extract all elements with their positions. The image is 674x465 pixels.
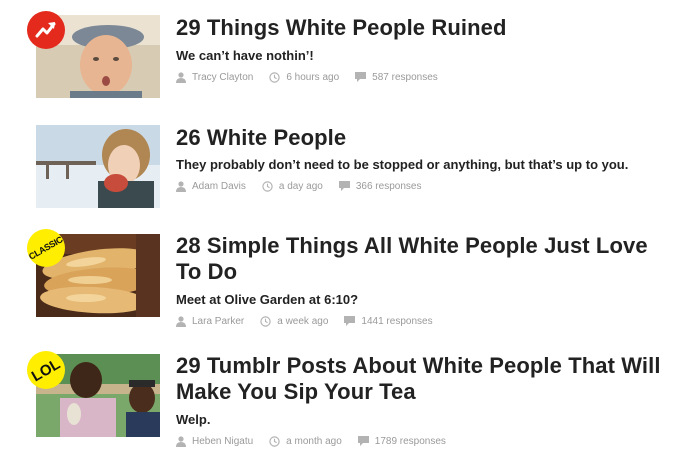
article-subtitle: We can’t have nothin’! xyxy=(176,48,314,63)
clock-icon xyxy=(269,435,280,447)
time-text: a week ago xyxy=(277,315,329,327)
article-meta: Heben Nigatu a month ago 1789 responses xyxy=(176,434,462,448)
clock-icon xyxy=(262,180,273,192)
time-text: a month ago xyxy=(286,435,342,447)
time-text: a day ago xyxy=(278,180,323,192)
author-name: Lara Parker xyxy=(192,315,245,327)
user-icon xyxy=(176,315,186,327)
article-meta: Adam Davis a day ago 366 responses xyxy=(176,179,437,193)
responses-count: 366 responses xyxy=(355,180,422,192)
responses-link[interactable]: 366 responses xyxy=(338,180,422,192)
author-link[interactable]: Adam Davis xyxy=(176,181,246,192)
user-icon xyxy=(176,435,186,447)
trending-arrow-icon xyxy=(35,22,56,38)
timestamp: a day ago xyxy=(262,181,323,192)
responses-link[interactable]: 1441 responses xyxy=(344,315,433,327)
article-subtitle: They probably don’t need to be stopped o… xyxy=(176,157,629,172)
time-text: 6 hours ago xyxy=(286,71,340,83)
timestamp: 6 hours ago xyxy=(269,72,339,83)
trending-badge xyxy=(27,11,65,49)
comment-icon xyxy=(357,435,369,447)
article-title[interactable]: 29 Tumblr Posts About White People That … xyxy=(176,353,666,405)
author-name: Adam Davis xyxy=(192,180,246,192)
article-title[interactable]: 29 Things White People Ruined xyxy=(176,15,666,41)
article-title[interactable]: 28 Simple Things All White People Just L… xyxy=(176,233,666,285)
author-link[interactable]: Tracy Clayton xyxy=(176,72,253,83)
clock-icon xyxy=(269,71,281,83)
timestamp: a week ago xyxy=(260,316,328,327)
thumbnail-image xyxy=(36,125,160,208)
timestamp: a month ago xyxy=(269,436,342,447)
article-subtitle: Welp. xyxy=(176,412,211,427)
article-subtitle: Meet at Olive Garden at 6:10? xyxy=(176,292,359,307)
author-name: Heben Nigatu xyxy=(192,435,254,447)
responses-link[interactable]: 587 responses xyxy=(355,71,438,83)
author-link[interactable]: Heben Nigatu xyxy=(176,436,253,447)
article-title[interactable]: 26 White People xyxy=(176,125,666,151)
clock-icon xyxy=(260,315,271,327)
user-icon xyxy=(176,71,186,83)
badge-label: CLASSIC xyxy=(27,234,65,262)
responses-count: 1441 responses xyxy=(361,315,433,327)
comment-icon xyxy=(338,180,350,192)
author-name: Tracy Clayton xyxy=(192,71,254,83)
comment-icon xyxy=(344,315,356,327)
article-meta: Tracy Clayton 6 hours ago 587 responses xyxy=(176,70,454,84)
comment-icon xyxy=(355,71,367,83)
lol-badge: LOL xyxy=(27,351,65,389)
article-thumbnail[interactable] xyxy=(36,125,160,208)
responses-link[interactable]: 1789 responses xyxy=(357,435,446,447)
author-link[interactable]: Lara Parker xyxy=(176,316,244,327)
article-meta: Lara Parker a week ago 1441 responses xyxy=(176,314,449,328)
responses-count: 587 responses xyxy=(372,71,438,83)
user-icon xyxy=(176,180,186,192)
responses-count: 1789 responses xyxy=(374,435,446,447)
classic-badge: CLASSIC xyxy=(27,229,65,267)
badge-label: LOL xyxy=(28,355,64,385)
